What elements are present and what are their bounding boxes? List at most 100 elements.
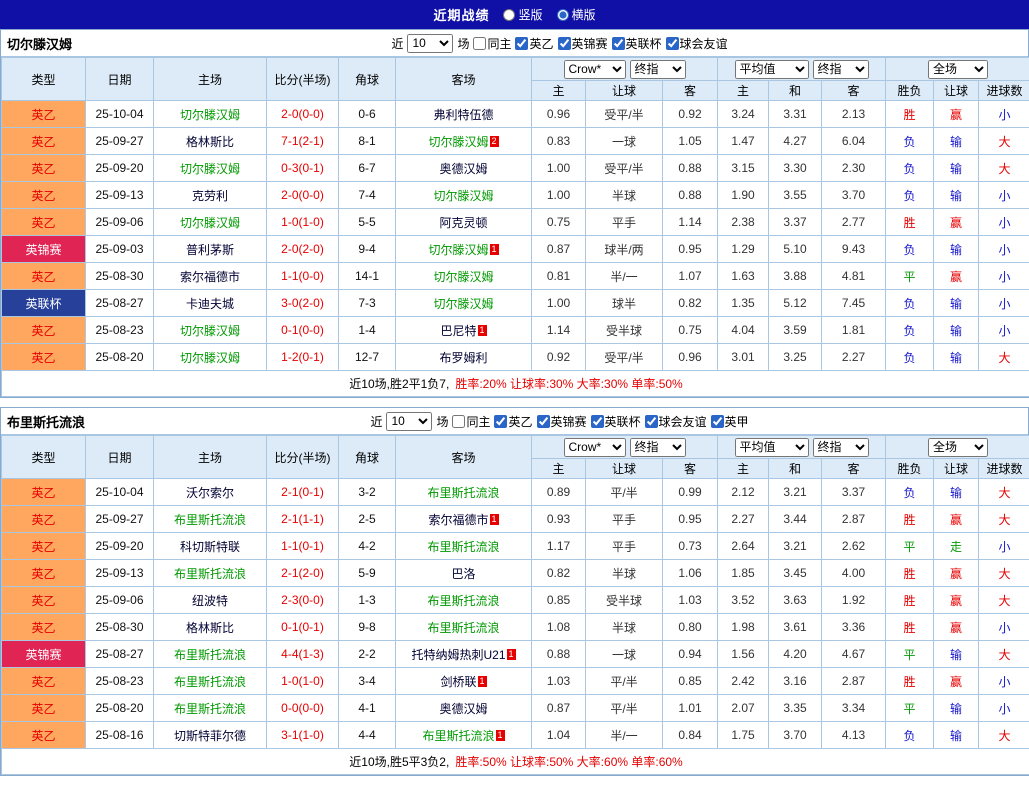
league-filter-1[interactable]: 英乙	[494, 413, 532, 430]
final-odds-select-2[interactable]: 终指	[813, 438, 869, 457]
league-filter-checkbox[interactable]	[537, 415, 550, 428]
league-filter-checkbox[interactable]	[591, 415, 604, 428]
home-team-name[interactable]: 布里斯托流浪	[174, 567, 246, 581]
away-team-name[interactable]: 切尔滕汉姆	[433, 189, 493, 203]
away-team-name[interactable]: 奥德汉姆	[439, 702, 487, 716]
league-filter-3[interactable]: 英联杯	[612, 35, 662, 52]
average-odds-select[interactable]: 平均值	[735, 438, 809, 457]
league-filter-1[interactable]: 英乙	[515, 35, 553, 52]
away-team-name[interactable]: 弗利特伍德	[433, 108, 493, 122]
home-team-name[interactable]: 卡迪夫城	[186, 297, 234, 311]
score-cell[interactable]: 2-1(0-1)	[267, 479, 339, 506]
home-team-name[interactable]: 切尔滕汉姆	[180, 162, 240, 176]
league-filter-checkbox[interactable]	[452, 415, 465, 428]
score-cell[interactable]: 2-1(2-0)	[267, 560, 339, 587]
layout-option-horizontal[interactable]: 横版	[557, 6, 596, 23]
away-team-name[interactable]: 布里斯托流浪	[427, 486, 499, 500]
home-team-name[interactable]: 克劳利	[192, 189, 228, 203]
league-filter-0[interactable]: 同主	[452, 413, 490, 430]
score-cell[interactable]: 0-1(0-0)	[267, 317, 339, 344]
score-cell[interactable]: 7-1(2-1)	[267, 128, 339, 155]
home-team-name[interactable]: 切尔滕汉姆	[180, 324, 240, 338]
match-scope-select[interactable]: 全场	[928, 60, 988, 79]
away-team-name[interactable]: 奥德汉姆	[439, 162, 487, 176]
league-filter-5[interactable]: 英甲	[711, 413, 749, 430]
score-cell[interactable]: 1-1(0-1)	[267, 533, 339, 560]
home-team-name[interactable]: 布里斯托流浪	[174, 513, 246, 527]
league-filter-checkbox[interactable]	[515, 37, 528, 50]
score-cell[interactable]: 4-4(1-3)	[267, 641, 339, 668]
league-filter-checkbox[interactable]	[473, 37, 486, 50]
home-team-name[interactable]: 布里斯托流浪	[174, 675, 246, 689]
score-cell[interactable]: 1-2(0-1)	[267, 344, 339, 371]
match-row: 英乙25-10-04切尔滕汉姆2-0(0-0)0-6弗利特伍德0.96受平/半0…	[2, 101, 1029, 128]
away-team-name[interactable]: 切尔滕汉姆	[433, 270, 493, 284]
home-team-name[interactable]: 格林斯比	[186, 621, 234, 635]
final-odds-select-2[interactable]: 终指	[813, 60, 869, 79]
away-team-name[interactable]: 阿克灵顿	[439, 216, 487, 230]
bookmaker-select[interactable]: Crow*	[564, 60, 626, 79]
away-team-name[interactable]: 布里斯托流浪	[427, 594, 499, 608]
score-cell[interactable]: 1-1(0-0)	[267, 263, 339, 290]
match-scope-select[interactable]: 全场	[928, 438, 988, 457]
score-cell[interactable]: 2-0(0-0)	[267, 101, 339, 128]
recent-count-select[interactable]: 10	[407, 34, 453, 53]
home-team-name[interactable]: 纽波特	[192, 594, 228, 608]
recent-count-select[interactable]: 10	[386, 412, 432, 431]
final-odds-select[interactable]: 终指	[630, 438, 686, 457]
home-team-name[interactable]: 索尔福德市	[180, 270, 240, 284]
score-cell[interactable]: 3-1(1-0)	[267, 722, 339, 749]
average-odds-select[interactable]: 平均值	[735, 60, 809, 79]
horizontal-layout-radio[interactable]	[557, 9, 569, 21]
away-team-name[interactable]: 托特纳姆热刺U21	[411, 648, 505, 662]
score-cell[interactable]: 0-0(0-0)	[267, 695, 339, 722]
score-cell[interactable]: 2-0(2-0)	[267, 236, 339, 263]
home-team-name[interactable]: 布里斯托流浪	[174, 702, 246, 716]
away-team-name[interactable]: 布罗姆利	[439, 351, 487, 365]
home-team-name[interactable]: 普利茅斯	[186, 243, 234, 257]
league-filter-0[interactable]: 同主	[473, 35, 511, 52]
layout-option-vertical[interactable]: 竖版	[503, 6, 542, 23]
home-team-name[interactable]: 沃尔索尔	[186, 486, 234, 500]
away-team-name[interactable]: 切尔滕汉姆	[433, 297, 493, 311]
away-team-name[interactable]: 切尔滕汉姆	[428, 135, 488, 149]
vertical-layout-radio[interactable]	[503, 9, 515, 21]
home-team-name[interactable]: 格林斯比	[186, 135, 234, 149]
league-filter-checkbox[interactable]	[558, 37, 571, 50]
home-team-name[interactable]: 科切斯特联	[180, 540, 240, 554]
score-cell[interactable]: 0-3(0-1)	[267, 155, 339, 182]
score-cell[interactable]: 2-0(0-0)	[267, 182, 339, 209]
bookmaker-select[interactable]: Crow*	[564, 438, 626, 457]
home-team-name[interactable]: 切尔滕汉姆	[180, 351, 240, 365]
away-team-name[interactable]: 布里斯托流浪	[427, 540, 499, 554]
final-odds-select[interactable]: 终指	[630, 60, 686, 79]
league-filter-2[interactable]: 英锦赛	[558, 35, 608, 52]
league-filter-4[interactable]: 球会友谊	[666, 35, 728, 52]
league-filter-4[interactable]: 球会友谊	[645, 413, 707, 430]
score-cell[interactable]: 2-3(0-0)	[267, 587, 339, 614]
score-cell[interactable]: 1-0(1-0)	[267, 668, 339, 695]
score-cell[interactable]: 1-0(1-0)	[267, 209, 339, 236]
home-team-name[interactable]: 切尔滕汉姆	[180, 108, 240, 122]
league-filter-checkbox[interactable]	[645, 415, 658, 428]
league-filter-checkbox[interactable]	[711, 415, 724, 428]
home-team-name[interactable]: 切斯特菲尔德	[174, 729, 246, 743]
away-team-name[interactable]: 切尔滕汉姆	[428, 243, 488, 257]
goals-result-cell: 小	[979, 668, 1029, 695]
away-team-name[interactable]: 布里斯托流浪	[422, 729, 494, 743]
league-filter-checkbox[interactable]	[494, 415, 507, 428]
league-filter-3[interactable]: 英联杯	[591, 413, 641, 430]
score-cell[interactable]: 0-1(0-1)	[267, 614, 339, 641]
score-cell[interactable]: 3-0(2-0)	[267, 290, 339, 317]
away-team-name[interactable]: 布里斯托流浪	[427, 621, 499, 635]
away-team-name[interactable]: 巴洛	[451, 567, 475, 581]
away-team-name[interactable]: 索尔福德市	[428, 513, 488, 527]
league-filter-2[interactable]: 英锦赛	[537, 413, 587, 430]
league-filter-checkbox[interactable]	[612, 37, 625, 50]
home-team-name[interactable]: 切尔滕汉姆	[180, 216, 240, 230]
away-team-name[interactable]: 巴尼特	[440, 324, 476, 338]
league-filter-checkbox[interactable]	[666, 37, 679, 50]
score-cell[interactable]: 2-1(1-1)	[267, 506, 339, 533]
home-team-name[interactable]: 布里斯托流浪	[174, 648, 246, 662]
away-team-name[interactable]: 剑桥联	[440, 675, 476, 689]
